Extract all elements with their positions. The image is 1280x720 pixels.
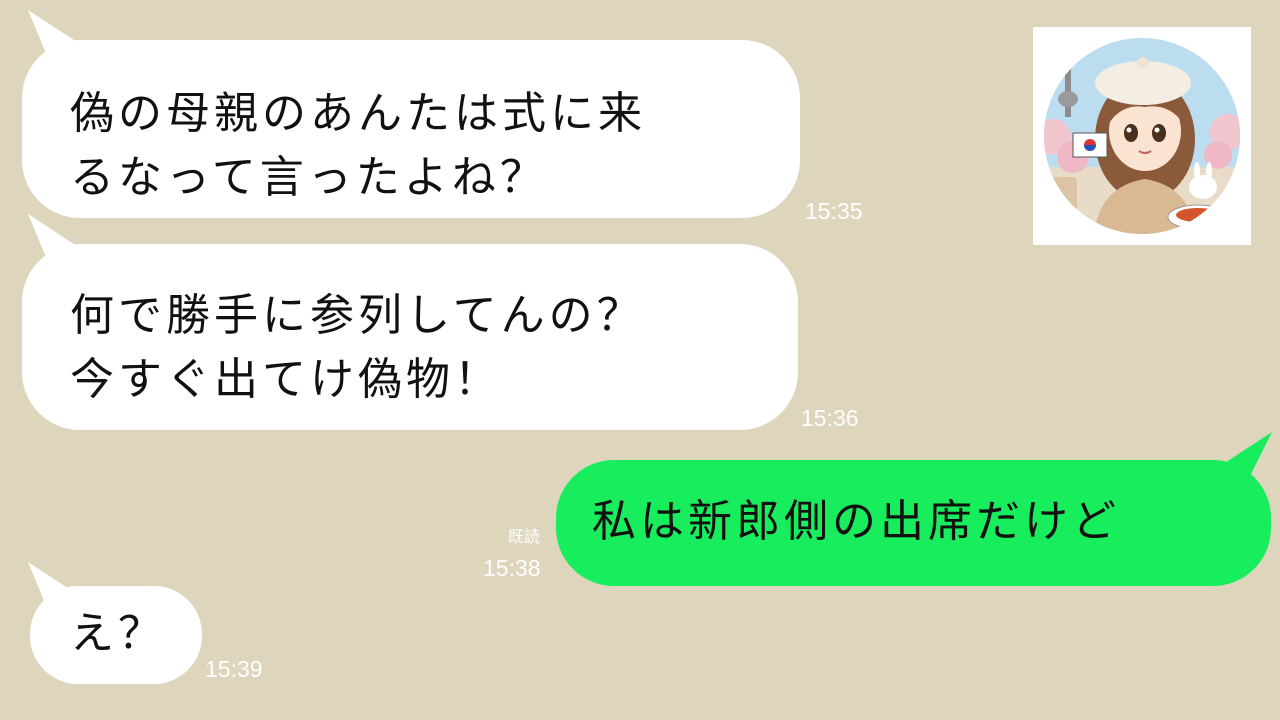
message-timestamp: 15:36: [801, 405, 859, 431]
girl-avatar-icon: [1044, 38, 1240, 234]
chat-area[interactable]: 偽の母親のあんたは式に来 るなって言ったよね？ 15:35 何で勝手に参列してん…: [0, 0, 1280, 720]
message-timestamp: 15:38: [483, 555, 541, 581]
outgoing-message-bubble[interactable]: 私は新郎側の出席だけど: [556, 460, 1271, 586]
read-receipt: 既読: [508, 527, 541, 546]
incoming-message-bubble[interactable]: 何で勝手に参列してんの？ 今すぐ出てけ偽物！: [22, 244, 798, 430]
incoming-message-bubble[interactable]: え？: [30, 586, 202, 684]
contact-avatar[interactable]: [1033, 27, 1251, 245]
incoming-message-bubble[interactable]: 偽の母親のあんたは式に来 るなって言ったよね？: [22, 40, 800, 218]
message-timestamp: 15:39: [205, 656, 263, 682]
message-timestamp: 15:35: [805, 198, 863, 224]
